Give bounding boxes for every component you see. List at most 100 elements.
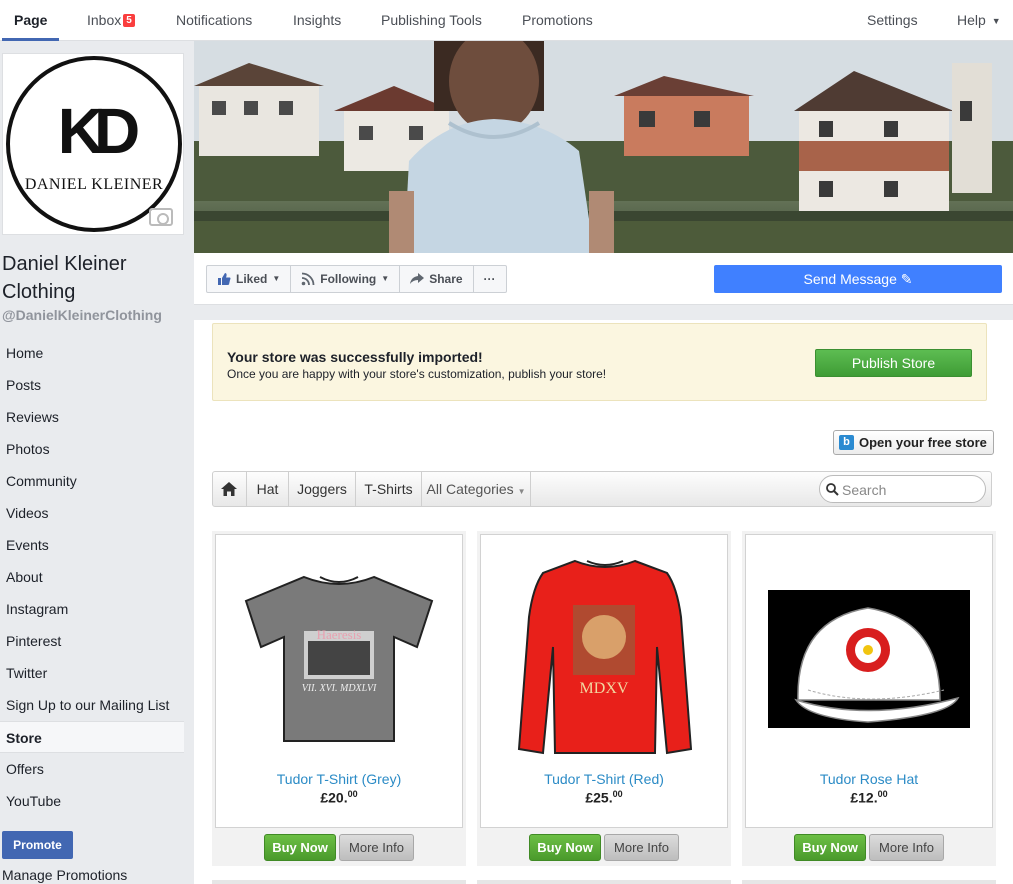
sidebar-item-offers[interactable]: Offers [0, 753, 184, 785]
buy-now-button[interactable]: Buy Now [264, 834, 336, 861]
sidebar-item-mailing-list[interactable]: Sign Up to our Mailing List [0, 689, 184, 721]
tab-help-label: Help [957, 12, 986, 28]
product-price-cents: 00 [612, 789, 623, 799]
following-label: Following [320, 272, 377, 286]
share-button[interactable]: Share [400, 266, 474, 292]
product-image[interactable]: MDXV [517, 557, 693, 757]
product-price-main: £20. [320, 789, 348, 806]
product-card: MDXV Tudor T-Shirt (Red) £25.00 Buy Now … [477, 531, 731, 866]
category-joggers[interactable]: Joggers [289, 472, 356, 506]
store-search [819, 475, 986, 503]
category-hat[interactable]: Hat [247, 472, 289, 506]
sidebar-item-youtube[interactable]: YouTube [0, 785, 184, 817]
tab-page[interactable]: Page [14, 0, 47, 41]
chevron-down-icon: ▼ [381, 274, 390, 283]
page-action-bar: Liked ▼ Following ▼ Share ··· Send Messa… [194, 253, 1013, 305]
sidebar-item-events[interactable]: Events [0, 529, 184, 561]
category-all-label: All Categories [426, 481, 514, 497]
next-row-card-edge [212, 880, 466, 884]
category-home[interactable] [213, 472, 247, 506]
search-icon [826, 483, 839, 496]
page-sidebar-nav: Home Posts Reviews Photos Community Vide… [0, 337, 184, 817]
sidebar-item-pinterest[interactable]: Pinterest [0, 625, 184, 657]
more-info-button[interactable]: More Info [604, 834, 679, 861]
sidebar-item-reviews[interactable]: Reviews [0, 401, 184, 433]
page-actions-group: Liked ▼ Following ▼ Share ··· [206, 265, 507, 293]
camera-icon[interactable] [149, 208, 173, 226]
category-bar: Hat Joggers T-Shirts All Categories ▼ [212, 471, 992, 507]
product-card-body[interactable]: Haeresis VII. XVI. MDXLVI Tudor T-Shirt … [215, 534, 463, 828]
manage-promotions-link[interactable]: Manage Promotions [2, 867, 127, 883]
thumbs-up-icon [218, 273, 231, 285]
sidebar-item-twitter[interactable]: Twitter [0, 657, 184, 689]
sidebar-item-home[interactable]: Home [0, 337, 184, 369]
following-button[interactable]: Following ▼ [291, 266, 401, 292]
tab-publishing-tools[interactable]: Publishing Tools [381, 0, 482, 41]
sidebar-item-community[interactable]: Community [0, 465, 184, 497]
product-card: Tudor Rose Hat £12.00 Buy Now More Info [742, 531, 996, 866]
open-free-store-label: Open your free store [859, 435, 987, 450]
product-card-body[interactable]: MDXV Tudor T-Shirt (Red) £25.00 [480, 534, 728, 828]
product-name[interactable]: Tudor T-Shirt (Red) [481, 771, 727, 787]
next-row-card-edge [742, 880, 996, 884]
product-price-main: £25. [585, 789, 613, 806]
chevron-down-icon: ▼ [272, 274, 281, 283]
tab-inbox[interactable]: Inbox 5 [87, 0, 135, 41]
tab-notifications[interactable]: Notifications [176, 0, 252, 41]
page-title: Daniel Kleiner Clothing [2, 253, 127, 303]
buy-now-button[interactable]: Buy Now [529, 834, 601, 861]
notice-title: Your store was successfully imported! [227, 349, 483, 365]
brand-logo: KD DANIEL KLEINER [6, 56, 182, 232]
send-message-label: Send Message [803, 271, 897, 287]
liked-button[interactable]: Liked ▼ [207, 266, 292, 292]
product-image[interactable] [768, 590, 970, 728]
store-import-notice: Your store was successfully imported! On… [212, 323, 987, 401]
sidebar-item-instagram[interactable]: Instagram [0, 593, 184, 625]
tab-insights[interactable]: Insights [293, 0, 341, 41]
tab-help[interactable]: Help ▼ [957, 0, 1001, 41]
inbox-count-badge: 5 [123, 14, 135, 27]
category-tshirts[interactable]: T-Shirts [356, 472, 422, 506]
product-price-cents: 00 [877, 789, 888, 799]
sidebar-item-about[interactable]: About [0, 561, 184, 593]
product-name[interactable]: Tudor Rose Hat [746, 771, 992, 787]
store-search-input[interactable] [842, 480, 977, 500]
tab-promotions[interactable]: Promotions [522, 0, 593, 41]
home-icon [221, 482, 237, 496]
print-caption: MDXV [580, 680, 629, 697]
more-info-button[interactable]: More Info [339, 834, 414, 861]
open-free-store-button[interactable]: b Open your free store [833, 430, 994, 455]
category-all-dropdown[interactable]: All Categories ▼ [422, 472, 531, 506]
sidebar-item-store[interactable]: Store [0, 721, 184, 753]
profile-picture[interactable]: KD DANIEL KLEINER [2, 53, 184, 235]
logo-mark: KD [57, 95, 140, 167]
store-section: Your store was successfully imported! On… [194, 320, 1013, 884]
buy-now-button[interactable]: Buy Now [794, 834, 866, 861]
product-card-body[interactable]: Tudor Rose Hat £12.00 [745, 534, 993, 828]
share-label: Share [429, 272, 463, 286]
notice-message: Once you are happy with your store's cus… [227, 367, 607, 381]
product-name[interactable]: Tudor T-Shirt (Grey) [216, 771, 462, 787]
cover-photo[interactable] [194, 41, 1013, 253]
rss-icon [301, 272, 315, 286]
print-caption: VII. XVI. MDXLVI [302, 683, 377, 694]
send-message-button[interactable]: Send Message ✎ [714, 265, 1002, 293]
promote-button[interactable]: Promote [2, 831, 73, 859]
product-price: £12.00 [746, 789, 992, 806]
tab-settings[interactable]: Settings [867, 0, 918, 41]
publish-store-button[interactable]: Publish Store [815, 349, 972, 377]
product-price: £20.00 [216, 789, 462, 806]
product-price: £25.00 [481, 789, 727, 806]
pencil-icon: ✎ [900, 271, 913, 287]
print-title: Haeresis [317, 627, 362, 642]
more-info-button[interactable]: More Info [869, 834, 944, 861]
page-top-nav: Page Inbox 5 Notifications Insights Publi… [0, 0, 1013, 41]
more-options-button[interactable]: ··· [474, 266, 506, 292]
product-image[interactable]: Haeresis VII. XVI. MDXLVI [242, 573, 436, 747]
sidebar-item-posts[interactable]: Posts [0, 369, 184, 401]
tab-inbox-label: Inbox [87, 12, 122, 28]
left-column: KD DANIEL KLEINER Daniel Kleiner Clothin… [0, 41, 194, 884]
sidebar-item-videos[interactable]: Videos [0, 497, 184, 529]
page-username[interactable]: @DanielKleinerClothing [2, 307, 162, 323]
sidebar-item-photos[interactable]: Photos [0, 433, 184, 465]
